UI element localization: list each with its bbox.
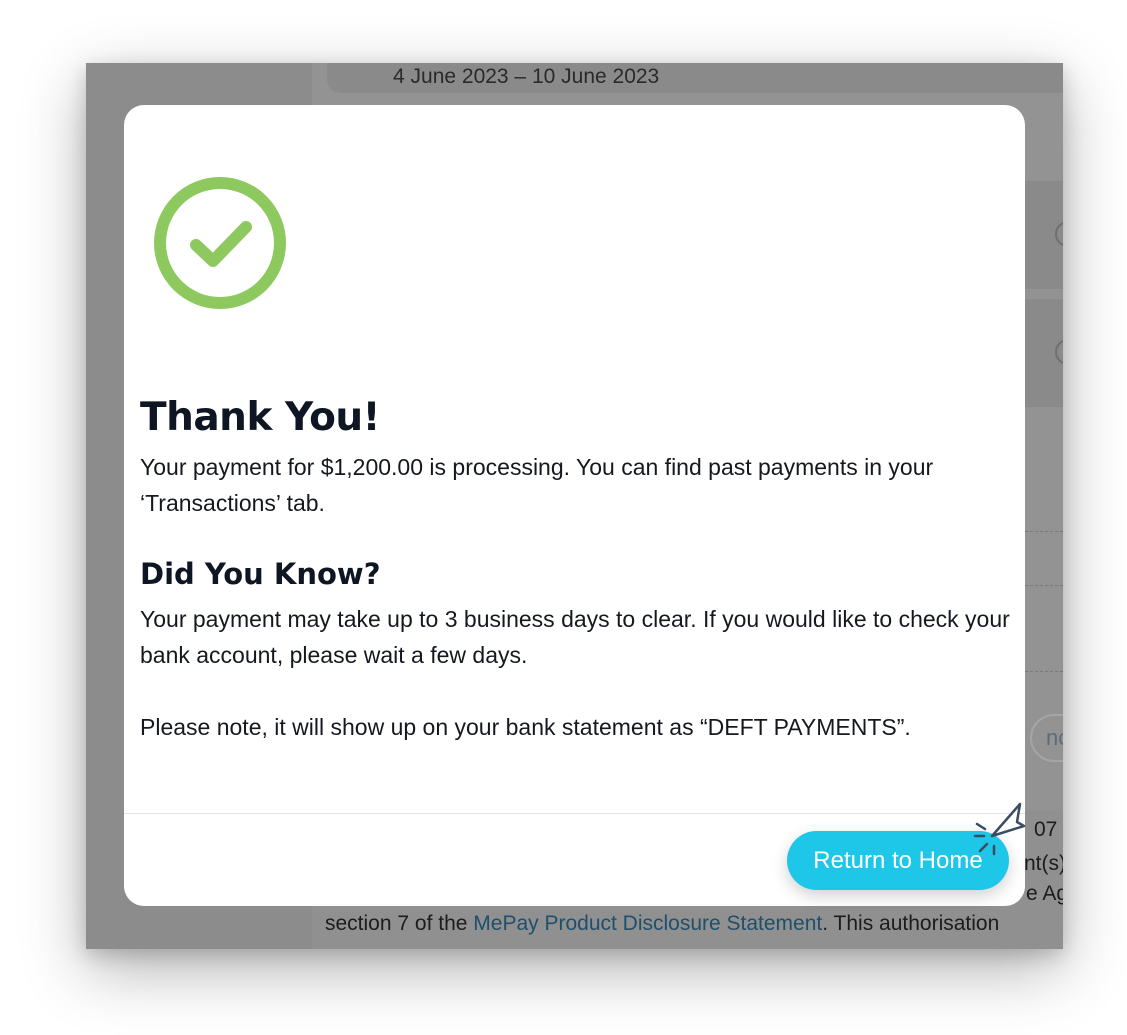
click-cursor-icon [973,802,1026,856]
pds-link: MePay Product Disclosure Statement [473,912,823,935]
info-heading: Did You Know? [140,557,381,591]
radio-icon [1055,221,1063,247]
background-footer-text: 07 [1034,818,1058,841]
payment-message: Your payment for $1,200.00 is processing… [140,454,934,516]
background-footer-text: e Ag [1026,882,1063,905]
radio-icon [1055,339,1063,365]
modal-footer-divider [124,813,1025,814]
background-footer-text: nt(s) [1024,852,1063,875]
check-circle-icon [154,177,286,309]
statement-note: Please note, it will show up on your ban… [140,714,911,740]
clearing-info: Your payment may take up to 3 business d… [140,606,1010,668]
legal-suffix: . This authorisation [822,912,1000,935]
legal-prefix: section 7 of the [325,912,474,935]
background-legal-text: section 7 of the MePay Product Disclosur… [325,912,999,936]
payment-success-modal: Thank You! Your payment for $1,200.00 is… [124,105,1025,906]
background-date-range: 4 June 2023 – 10 June 2023 [327,63,1063,93]
modal-title: Thank You! [140,395,380,440]
